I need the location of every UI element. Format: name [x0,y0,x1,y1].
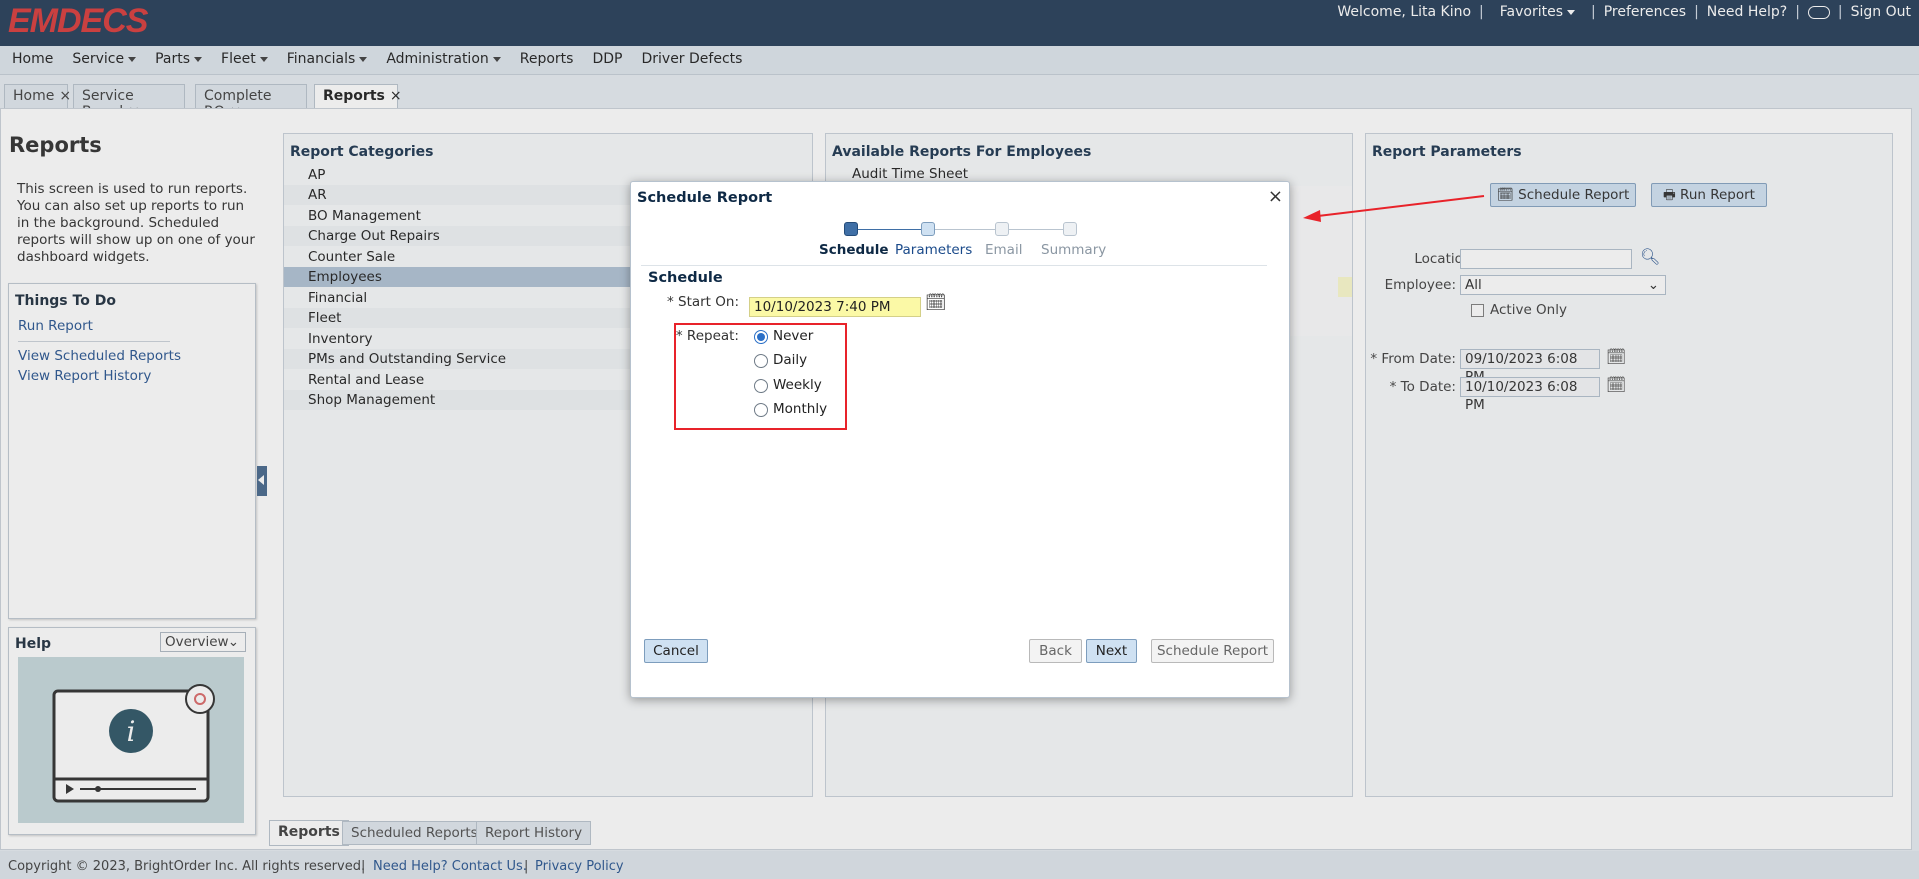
step-summary-label: Summary [1041,242,1107,258]
step-parameters-label[interactable]: Parameters [895,242,972,258]
back-button[interactable]: Back [1029,639,1082,663]
repeat-never-radio[interactable] [754,330,768,344]
start-on-label: * Start On: [666,294,739,310]
step-parameters-icon[interactable] [921,222,935,236]
step-summary-icon [1063,222,1077,236]
step-schedule-label: Schedule [819,242,889,258]
step-connector [1003,229,1065,230]
step-connector [929,229,995,230]
next-button[interactable]: Next [1086,639,1137,663]
step-schedule-icon [844,222,858,236]
repeat-monthly-label: Monthly [773,401,828,417]
section-divider [641,265,1267,266]
schedule-report-dialog: Schedule Report × Schedule Parameters Em… [630,181,1290,698]
start-on-input[interactable]: 10/10/2023 7:40 PM [749,297,921,317]
calendar-icon[interactable]: 🗓 [925,293,947,313]
section-title: Schedule [648,270,723,286]
dialog-title: Schedule Report [637,190,773,206]
repeat-never-label: Never [773,328,814,344]
repeat-daily-label: Daily [773,352,808,368]
cancel-button[interactable]: Cancel [644,639,708,663]
repeat-weekly-radio[interactable] [754,379,768,393]
schedule-report-submit-button[interactable]: Schedule Report [1151,639,1274,663]
close-icon[interactable]: × [1268,186,1283,207]
step-email-label: Email [985,242,1023,258]
repeat-monthly-radio[interactable] [754,403,768,417]
repeat-label: * Repeat: [675,328,739,344]
step-connector [851,229,921,230]
repeat-weekly-label: Weekly [773,377,822,393]
repeat-daily-radio[interactable] [754,354,768,368]
step-email-icon [995,222,1009,236]
